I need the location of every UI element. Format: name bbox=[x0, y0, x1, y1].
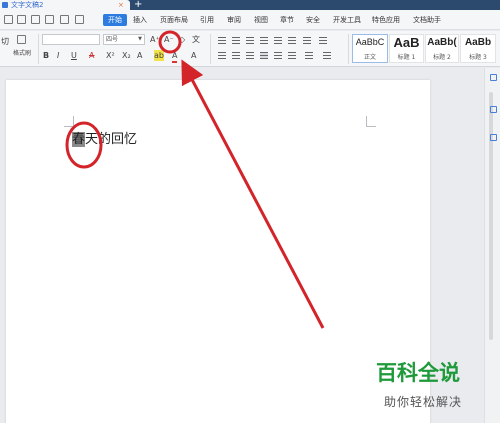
style-name: 标题 1 bbox=[397, 54, 416, 61]
style-name: 正文 bbox=[363, 54, 376, 61]
align-justify-icon[interactable] bbox=[260, 52, 268, 59]
table-icon[interactable] bbox=[319, 37, 327, 44]
strikethrough-icon[interactable]: A bbox=[89, 50, 94, 61]
tab-security[interactable]: 安全 bbox=[306, 14, 320, 26]
shading-icon[interactable] bbox=[305, 52, 313, 59]
title-bar: 文字文稿2 × + bbox=[0, 0, 500, 10]
divider bbox=[210, 34, 211, 64]
panel-icon[interactable] bbox=[490, 74, 497, 81]
divider bbox=[348, 34, 349, 64]
underline-button[interactable]: U bbox=[71, 50, 77, 61]
bullet-list-icon[interactable] bbox=[218, 37, 226, 44]
chinese-layout-icon[interactable] bbox=[274, 37, 282, 44]
tab-chapter[interactable]: 章节 bbox=[280, 14, 294, 26]
tab-doc-assistant[interactable]: 文档助手 bbox=[413, 14, 441, 26]
tab-insert[interactable]: 插入 bbox=[133, 14, 147, 26]
new-tab-button[interactable]: + bbox=[134, 0, 142, 10]
save-icon[interactable] bbox=[4, 15, 13, 24]
font-size-value: 四号 bbox=[106, 36, 119, 43]
style-name: 标题 3 bbox=[469, 54, 487, 61]
style-sample: AaBb( bbox=[427, 37, 457, 48]
font-size-select[interactable]: 四号 ▼ bbox=[103, 34, 145, 45]
subscript-icon[interactable]: X₂ bbox=[122, 50, 131, 61]
align-left-icon[interactable] bbox=[218, 52, 226, 59]
sort-icon[interactable] bbox=[288, 37, 296, 44]
divider bbox=[38, 34, 39, 64]
font-name-select[interactable] bbox=[42, 34, 100, 45]
style-heading-1[interactable]: AaB 标题 1 bbox=[389, 34, 424, 63]
style-normal[interactable]: AaBbC 正文 bbox=[352, 34, 388, 63]
align-right-icon[interactable] bbox=[246, 52, 254, 59]
panel-icon[interactable] bbox=[490, 134, 497, 141]
style-sample: AaBb bbox=[464, 37, 492, 48]
margin-corner-top-left bbox=[64, 116, 74, 127]
document-page[interactable] bbox=[6, 80, 430, 423]
distribute-icon[interactable] bbox=[274, 52, 282, 59]
italic-button[interactable]: I bbox=[57, 50, 59, 61]
line-spacing-icon[interactable] bbox=[288, 52, 296, 59]
print-icon[interactable] bbox=[31, 15, 40, 24]
highlight-icon[interactable]: ab bbox=[154, 50, 164, 61]
increase-indent-icon[interactable] bbox=[260, 37, 268, 44]
watermark-subtitle: 助你轻松解决 bbox=[384, 395, 463, 409]
superscript-icon[interactable]: X² bbox=[106, 50, 115, 61]
document-tab[interactable]: 文字文稿2 × bbox=[0, 0, 130, 10]
close-tab-icon[interactable]: × bbox=[118, 0, 124, 10]
border-icon[interactable] bbox=[323, 52, 331, 59]
brush-icon bbox=[17, 35, 26, 44]
bold-button[interactable]: B bbox=[43, 50, 49, 61]
panel-icon[interactable] bbox=[490, 106, 497, 113]
tab-developer[interactable]: 开发工具 bbox=[333, 14, 361, 26]
tab-home[interactable]: 开始 bbox=[103, 14, 127, 26]
vertical-scrollbar[interactable] bbox=[489, 92, 493, 340]
menu-bar: 开始 插入 页面布局 引用 审阅 视图 章节 安全 开发工具 特色应用 文档助手 bbox=[0, 10, 500, 30]
shrink-font-icon[interactable]: A⁻ bbox=[164, 34, 174, 45]
format-painter-button[interactable]: 格式刷 bbox=[13, 48, 31, 59]
style-heading-3[interactable]: AaBb 标题 3 bbox=[460, 34, 496, 63]
document-icon bbox=[2, 2, 8, 8]
numbered-list-icon[interactable] bbox=[232, 37, 240, 44]
grow-font-icon[interactable]: A⁺ bbox=[150, 34, 160, 45]
phonetic-icon[interactable]: 文 bbox=[192, 34, 200, 45]
chevron-down-icon: ▼ bbox=[138, 36, 142, 42]
paste-button[interactable]: 切 bbox=[1, 36, 9, 47]
output-icon[interactable] bbox=[17, 15, 26, 24]
preview-icon[interactable] bbox=[45, 15, 54, 24]
style-sample: AaB bbox=[393, 35, 420, 50]
char-shading-icon[interactable]: A bbox=[191, 50, 196, 61]
style-heading-2[interactable]: AaBb( 标题 2 bbox=[425, 34, 459, 63]
tab-features[interactable]: 特色应用 bbox=[372, 14, 400, 26]
document-text: 天的回忆 bbox=[85, 132, 138, 147]
ribbon-toolbar: 切 格式刷 四号 ▼ A⁺ A⁻ ◇ 文 B I U A X² X₂ A ab … bbox=[0, 31, 500, 67]
watermark-title: 百科全说 bbox=[376, 361, 460, 385]
text-effect-icon[interactable]: A bbox=[137, 50, 142, 61]
style-sample: AaBbC bbox=[355, 37, 385, 47]
margin-corner-top-right bbox=[366, 116, 376, 127]
decrease-indent-icon[interactable] bbox=[246, 37, 254, 44]
undo-icon[interactable] bbox=[60, 15, 69, 24]
tab-review[interactable]: 审阅 bbox=[227, 14, 241, 26]
tab-view[interactable]: 视图 bbox=[254, 14, 268, 26]
document-text-line[interactable]: 春天的回忆 bbox=[72, 132, 137, 148]
tab-page-layout[interactable]: 页面布局 bbox=[160, 14, 188, 26]
selected-character[interactable]: 春 bbox=[72, 132, 86, 147]
align-center-icon[interactable] bbox=[232, 52, 240, 59]
style-name: 标题 2 bbox=[433, 54, 451, 61]
tab-references[interactable]: 引用 bbox=[200, 14, 214, 26]
redo-icon[interactable] bbox=[75, 15, 84, 24]
show-marks-icon[interactable] bbox=[303, 37, 311, 44]
clear-format-icon[interactable]: ◇ bbox=[179, 34, 185, 45]
document-tab-title: 文字文稿2 bbox=[11, 1, 44, 9]
font-color-icon[interactable]: A bbox=[172, 50, 178, 63]
